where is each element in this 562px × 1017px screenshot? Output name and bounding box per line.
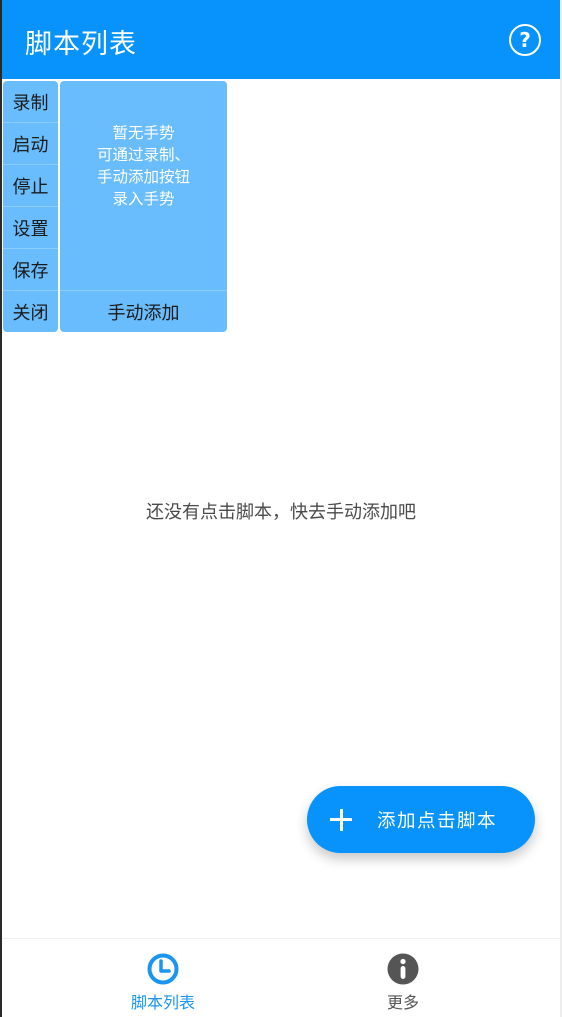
add-click-script-button[interactable]: 添加点击脚本: [307, 786, 535, 853]
help-circle-icon: ?: [519, 28, 531, 52]
gesture-empty-line: 暂无手势: [112, 123, 175, 142]
app-bar: 脚本列表 ?: [2, 0, 560, 79]
nav-label: 脚本列表: [130, 993, 195, 1012]
page-title: 脚本列表: [25, 29, 137, 60]
gesture-empty-line: 录入手势: [112, 189, 175, 208]
settings-button[interactable]: 设置: [3, 207, 58, 249]
nav-tab-more[interactable]: 更多: [353, 939, 453, 1017]
gesture-empty-state: 暂无手势 可通过录制、 手动添加按钮 录入手势: [60, 81, 227, 291]
start-button[interactable]: 启动: [3, 123, 58, 165]
gesture-empty-line: 可通过录制、: [96, 145, 190, 164]
screen: 脚本列表 ? 录制 启动 停止 设置 保存 关闭 暂无手势 可通过录制、 手动添…: [0, 0, 562, 1017]
gesture-panel: 暂无手势 可通过录制、 手动添加按钮 录入手势 手动添加: [60, 81, 227, 332]
clock-icon: [147, 953, 179, 985]
save-button[interactable]: 保存: [3, 249, 58, 291]
empty-list-message: 还没有点击脚本，快去手动添加吧: [146, 502, 416, 523]
add-click-script-label: 添加点击脚本: [377, 810, 498, 832]
nav-tab-script-list[interactable]: 脚本列表: [113, 939, 213, 1017]
bottom-navigation: 脚本列表 更多: [2, 938, 560, 1017]
help-button[interactable]: ?: [509, 24, 541, 56]
close-button[interactable]: 关闭: [3, 291, 58, 332]
gesture-empty-line: 手动添加按钮: [96, 167, 190, 186]
manual-add-gesture-button[interactable]: 手动添加: [60, 291, 227, 332]
record-button[interactable]: 录制: [3, 81, 58, 123]
plus-icon: [329, 808, 353, 832]
floating-control-menu: 录制 启动 停止 设置 保存 关闭: [3, 81, 58, 332]
info-icon: [387, 953, 419, 985]
nav-label: 更多: [386, 993, 419, 1012]
stop-button[interactable]: 停止: [3, 165, 58, 207]
